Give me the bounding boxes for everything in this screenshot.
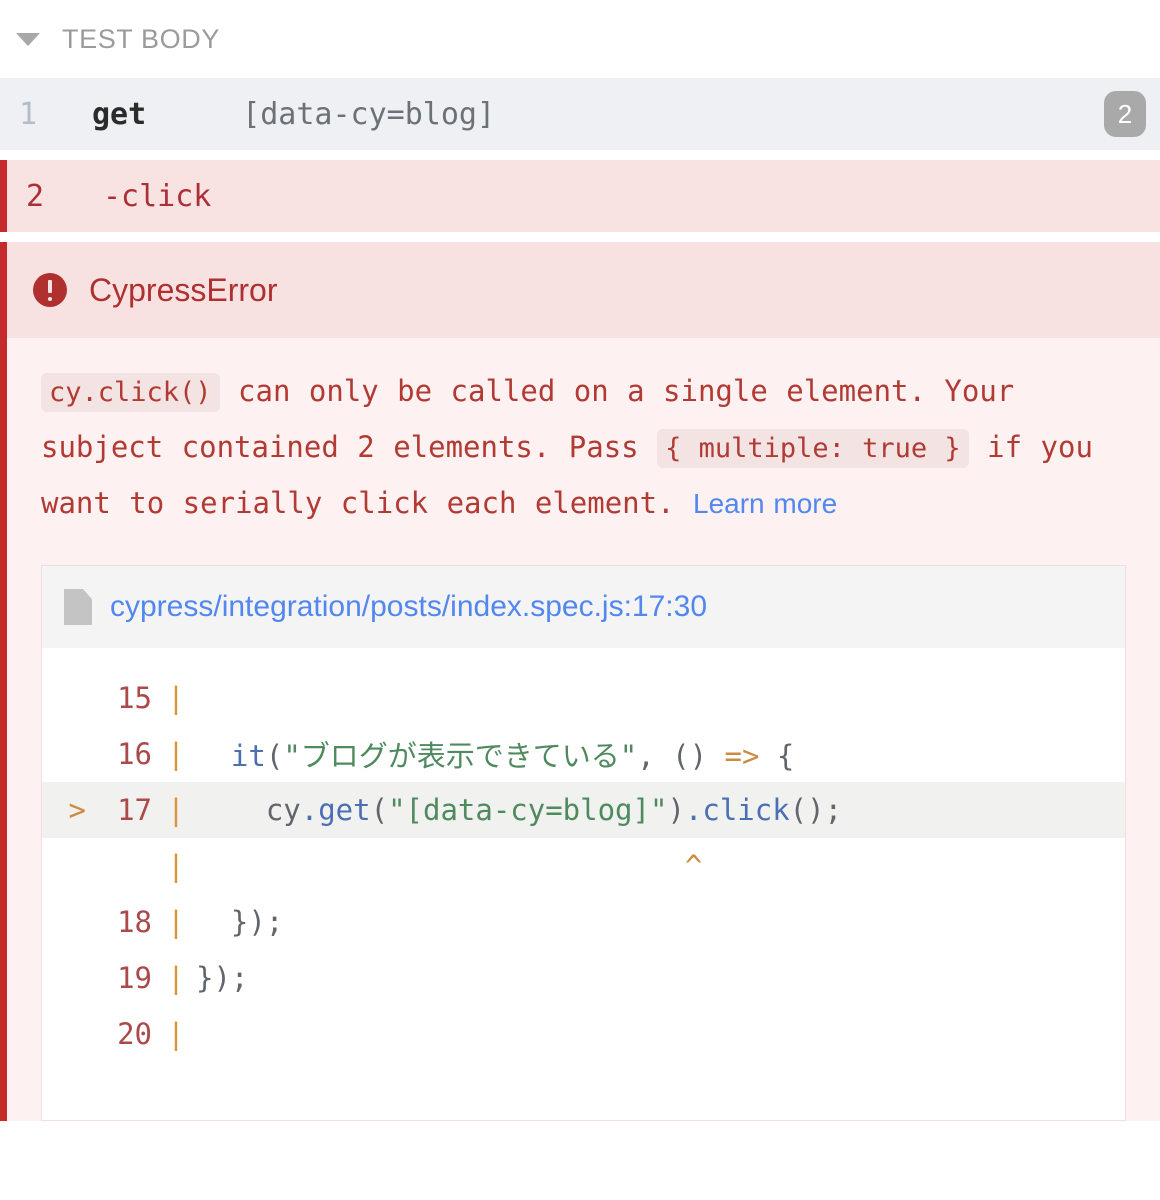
code-line-text: }); <box>196 905 1125 939</box>
error-circle-icon <box>33 273 67 307</box>
error-code-snippet-click: cy.click() <box>41 373 220 412</box>
code-token: => <box>724 739 760 773</box>
code-gutter-pipe: | <box>167 961 185 995</box>
code-gutter-pipe: | <box>167 681 185 715</box>
learn-more-link[interactable]: Learn more <box>693 488 837 519</box>
command-name: -click <box>103 178 212 214</box>
code-gutter-pipe: | <box>167 1017 185 1051</box>
code-frame-body: 15 | 16 | it("ブログが表示できている", () => {>17 | cy.… <box>42 648 1125 1120</box>
code-frame-header[interactable]: cypress/integration/posts/index.spec.js:… <box>42 566 1125 648</box>
code-line: 19 |}); <box>42 950 1125 1006</box>
code-token: it <box>196 739 266 773</box>
code-line-number: 17 <box>117 793 152 827</box>
code-line: 18 | }); <box>42 894 1125 950</box>
code-token: }); <box>196 961 249 995</box>
error-panel: CypressError cy.click() can only be call… <box>0 242 1160 1121</box>
code-line-text: it("ブログが表示できている", () => { <box>196 733 1125 775</box>
code-token: ) <box>667 793 685 827</box>
command-argument: [data-cy=blog] <box>242 96 496 132</box>
code-line-text: ^ <box>196 849 1125 883</box>
error-title: CypressError <box>89 271 278 308</box>
code-gutter-pipe: | <box>167 793 185 827</box>
file-document-icon <box>64 589 92 625</box>
code-token: }); <box>196 905 284 939</box>
code-token: ( <box>370 793 389 827</box>
command-row-click[interactable]: 2 -click <box>0 160 1160 232</box>
code-line: >17 | cy.get("[data-cy=blog]").click(); <box>42 782 1125 838</box>
command-number: 1 <box>18 96 38 132</box>
code-line-number: 15 <box>117 681 152 715</box>
code-token: { <box>759 739 795 773</box>
code-gutter-pipe: | <box>167 849 185 883</box>
cypress-test-runner-panel: TEST BODY 1 get [data-cy=blog] 2 2 -clic… <box>0 0 1160 1200</box>
test-body-header[interactable]: TEST BODY <box>0 0 1160 78</box>
code-token: , () <box>637 739 725 773</box>
command-row-get[interactable]: 1 get [data-cy=blog] 2 <box>0 78 1160 150</box>
file-path-link[interactable]: cypress/integration/posts/index.spec.js:… <box>110 590 707 624</box>
command-list: 1 get [data-cy=blog] 2 2 -click <box>0 78 1160 232</box>
code-line-number: 19 <box>117 961 152 995</box>
code-token: "[data-cy=blog]" <box>388 793 668 827</box>
error-code-snippet-multiple: { multiple: true } <box>657 429 969 468</box>
chevron-down-icon[interactable] <box>16 32 40 46</box>
command-number: 2 <box>25 178 45 214</box>
code-line-number: 18 <box>117 905 152 939</box>
code-line-marker: > <box>68 793 86 827</box>
code-frame: cypress/integration/posts/index.spec.js:… <box>41 565 1126 1121</box>
code-gutter-pipe: | <box>167 737 185 771</box>
code-line: 16 | it("ブログが表示できている", () => { <box>42 726 1125 782</box>
code-line: 15 | <box>42 670 1125 726</box>
error-header: CypressError <box>7 242 1160 338</box>
code-token: "ブログが表示できている" <box>283 739 638 773</box>
code-line-text: }); <box>196 961 1125 995</box>
code-token: (); <box>789 793 843 827</box>
error-panel-divider <box>0 232 1160 242</box>
code-token: ( <box>265 739 284 773</box>
code-line: 20 | <box>42 1006 1125 1062</box>
command-match-count-badge: 2 <box>1104 91 1146 137</box>
code-gutter-pipe: | <box>167 905 185 939</box>
code-line-text: cy.get("[data-cy=blog]").click(); <box>196 793 1125 827</box>
code-line-number: 16 <box>117 737 152 771</box>
code-token: cy <box>196 793 301 827</box>
command-divider <box>0 150 1160 160</box>
test-body-title: TEST BODY <box>62 23 220 54</box>
error-message: cy.click() can only be called on a singl… <box>7 338 1160 547</box>
code-token: .click <box>684 793 790 827</box>
code-token: .get <box>300 793 371 827</box>
code-line-number: 20 <box>117 1017 152 1051</box>
code-line: | ^ <box>42 838 1125 894</box>
code-token: ^ <box>196 849 703 883</box>
command-name: get <box>92 96 147 132</box>
